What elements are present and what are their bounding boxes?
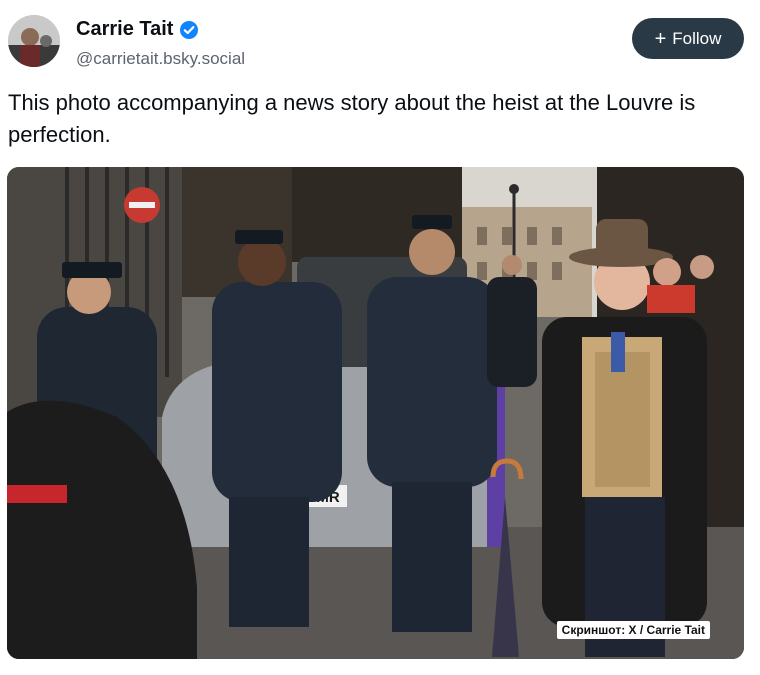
plus-icon: + (654, 27, 667, 50)
post-card: Carrie Tait @carrietait.bsky.social + Fo… (0, 0, 760, 675)
post-text: This photo accompanying a news story abo… (8, 90, 696, 147)
photo-illustration: 9-MR (7, 167, 744, 659)
follow-label: Follow (672, 28, 722, 48)
author-name-row[interactable]: Carrie Tait (76, 18, 199, 41)
post-image[interactable]: 9-MR (7, 167, 744, 659)
image-caption: Скриншот: X / Carrie Tait (556, 621, 710, 639)
author-handle[interactable]: @carrietait.bsky.social (76, 49, 245, 69)
verified-badge-icon (180, 20, 199, 39)
avatar[interactable] (8, 15, 60, 67)
follow-button[interactable]: + Follow (632, 18, 744, 59)
author-name[interactable]: Carrie Tait (76, 18, 173, 41)
